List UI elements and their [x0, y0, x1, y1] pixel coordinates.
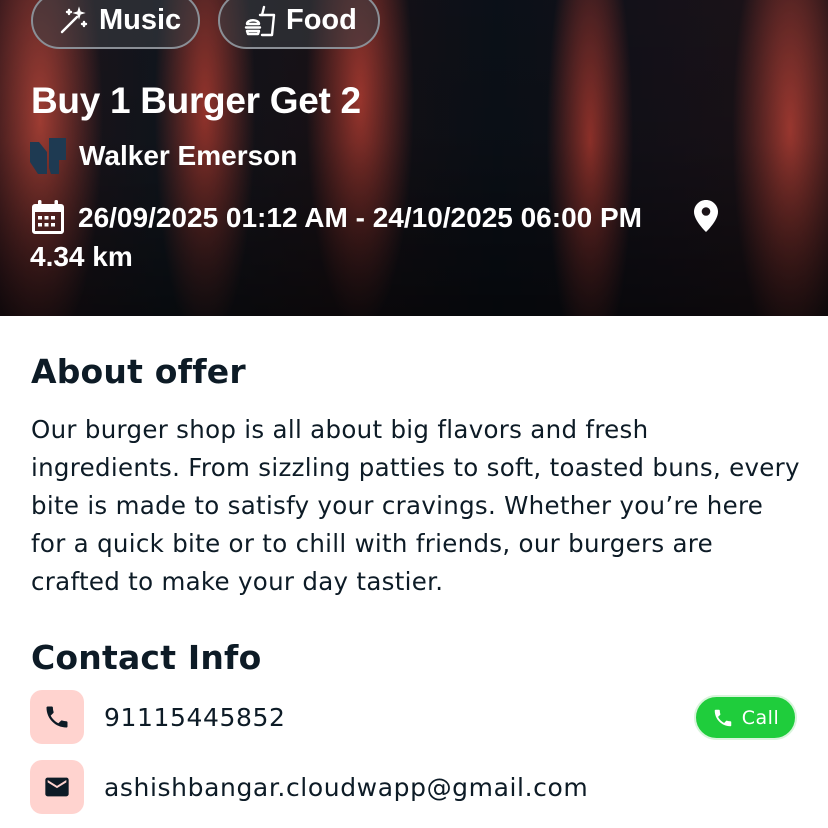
- contact-email-row[interactable]: ashishbangar.cloudwapp@gmail.com: [30, 760, 588, 814]
- email-icon: [45, 777, 69, 797]
- tag-music[interactable]: Music: [31, 0, 200, 49]
- call-button[interactable]: Call: [694, 695, 797, 740]
- organizer-logo-icon: [30, 138, 66, 174]
- about-description: Our burger shop is all about big flavors…: [31, 415, 800, 596]
- contact-email-address: ashishbangar.cloudwapp@gmail.com: [104, 772, 589, 802]
- food-icon: [244, 5, 276, 37]
- offer-title: Buy 1 Burger Get 2: [31, 80, 361, 121]
- email-icon-badge: [30, 760, 84, 814]
- contact-section-title: Contact Info: [31, 638, 262, 677]
- phone-icon: [714, 709, 732, 726]
- phone-icon-badge: [30, 690, 84, 744]
- contact-phone-row[interactable]: 91115445852: [30, 690, 286, 744]
- call-button-label: Call: [741, 706, 780, 729]
- contact-phone-number: 91115445852: [104, 702, 286, 732]
- offer-date-range: 26/09/2025 01:12 AM - 24/10/2025 06:00 P…: [78, 202, 643, 233]
- about-section-title: About offer: [31, 352, 246, 391]
- tag-label: Food: [286, 4, 357, 36]
- location-pin-icon: [694, 200, 718, 232]
- organizer-name: Walker Emerson: [79, 140, 298, 171]
- tag-label: Music: [99, 4, 182, 36]
- tag-food[interactable]: Food: [218, 0, 380, 49]
- offer-distance: 4.34 km: [30, 241, 133, 272]
- calendar-icon: [32, 200, 64, 234]
- phone-icon: [46, 706, 68, 728]
- organizer[interactable]: Walker Emerson: [30, 138, 297, 174]
- offer-hero: Music Food Buy 1 Burger Get 2 Walker Eme…: [0, 0, 828, 316]
- magic-wand-icon: [57, 5, 89, 37]
